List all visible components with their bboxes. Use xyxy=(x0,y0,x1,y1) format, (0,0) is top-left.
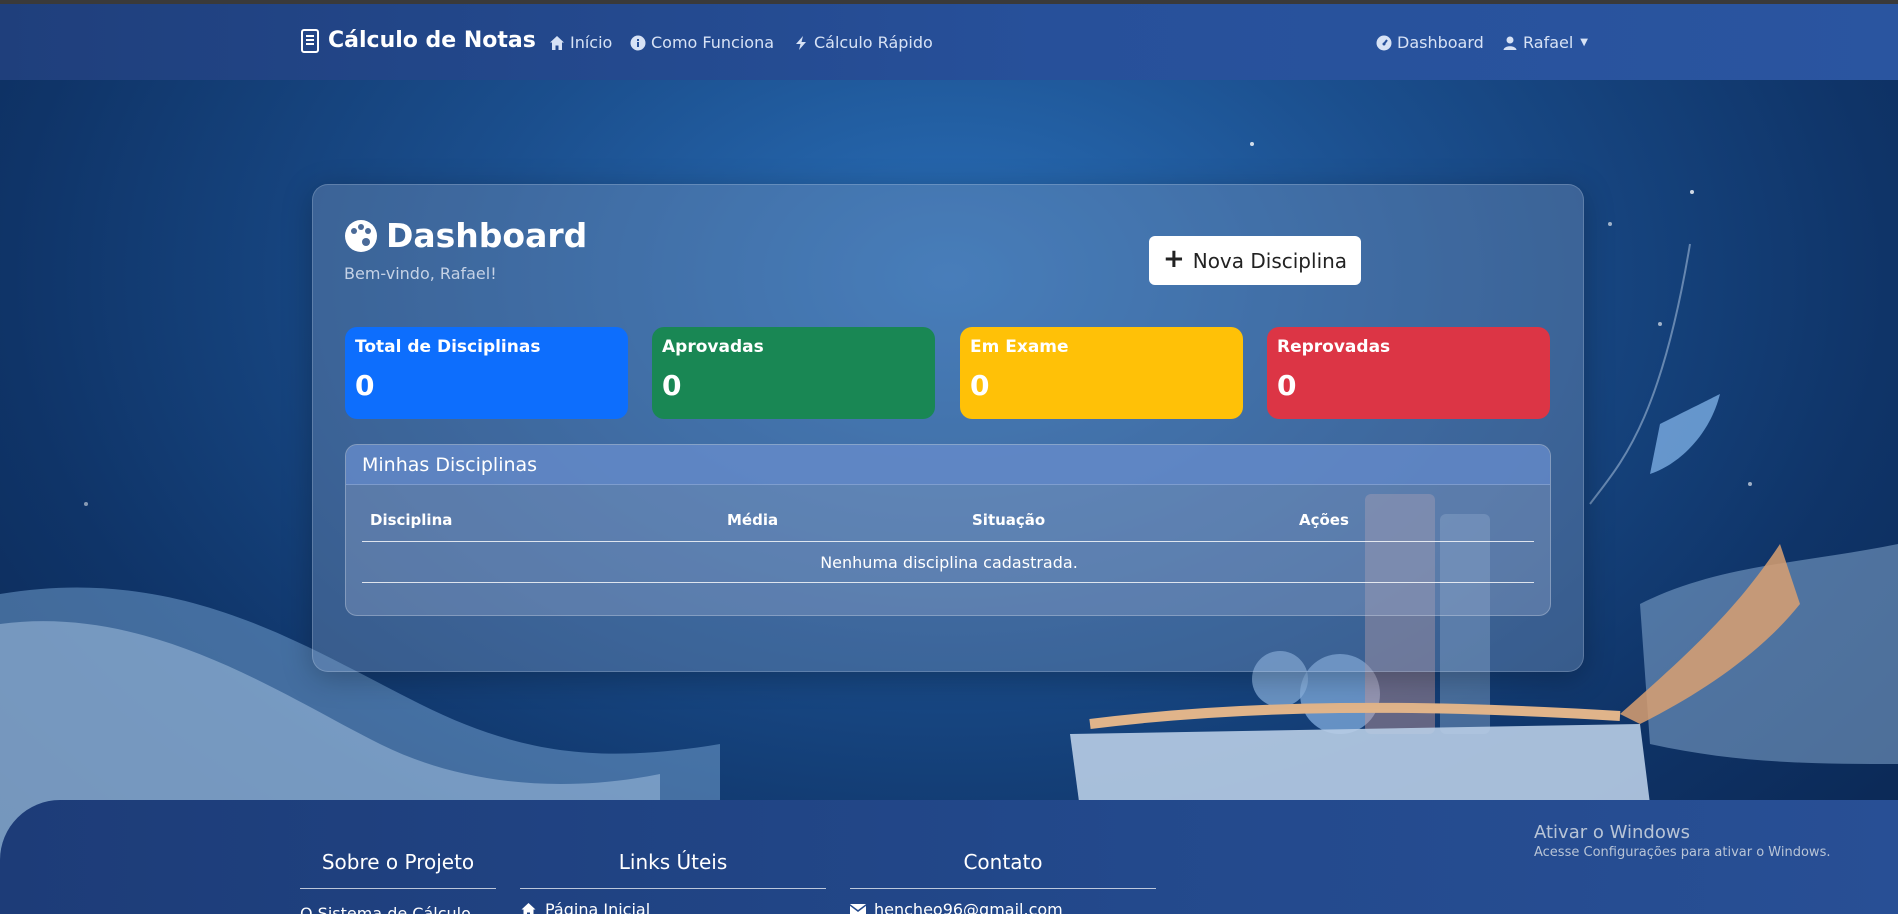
table-header-divider xyxy=(362,541,1534,542)
brand-link[interactable]: Cálculo de Notas xyxy=(300,28,536,53)
welcome-text: Bem-vindo, Rafael! xyxy=(344,264,497,283)
home-icon xyxy=(550,35,564,50)
col-header-acoes: Ações xyxy=(1299,511,1349,529)
col-header-situacao: Situação xyxy=(972,511,1046,529)
stat-card-aprovadas: Aprovadas 0 xyxy=(652,327,935,419)
disciplines-card-title: Minhas Disciplinas xyxy=(346,445,1550,485)
plus-icon: + xyxy=(1162,244,1185,274)
footer-contact-email[interactable]: hencheo96@gmail.com xyxy=(850,900,1063,914)
nav-link-dashboard[interactable]: Dashboard xyxy=(1376,33,1484,52)
footer-title-contato: Contato xyxy=(963,850,1043,874)
nav-link-calculo-rapido[interactable]: Cálculo Rápido xyxy=(793,33,933,52)
navbar: Cálculo de Notas Início Como Funciona Cá… xyxy=(0,4,1898,80)
stat-card-reprovadas: Reprovadas 0 xyxy=(1267,327,1550,419)
windows-activation-watermark: Ativar o Windows Acesse Configurações pa… xyxy=(1534,822,1831,860)
document-icon xyxy=(301,28,319,53)
stat-card-em-exame: Em Exame 0 xyxy=(960,327,1243,419)
brand-title: Cálculo de Notas xyxy=(328,28,536,53)
stat-card-total: Total de Disciplinas 0 xyxy=(345,327,628,419)
table-bottom-divider xyxy=(362,582,1534,583)
caret-down-icon: ▼ xyxy=(1580,37,1588,48)
new-discipline-button[interactable]: + Nova Disciplina xyxy=(1149,236,1361,285)
footer-title-links: Links Úteis xyxy=(618,850,728,874)
gauge-icon xyxy=(1376,35,1392,50)
nav-link-inicio[interactable]: Início xyxy=(549,33,612,52)
footer-link-pagina-inicial[interactable]: Página Inicial xyxy=(520,900,650,914)
footer-divider xyxy=(520,888,826,889)
nav-link-como-funciona[interactable]: Como Funciona xyxy=(630,33,774,52)
empty-table-message: Nenhuma disciplina cadastrada. xyxy=(820,553,1078,572)
palette-icon xyxy=(345,219,377,252)
user-icon xyxy=(1503,36,1517,50)
home-icon xyxy=(521,902,536,914)
col-header-disciplina: Disciplina xyxy=(370,511,453,529)
footer-divider xyxy=(300,888,496,889)
footer-divider xyxy=(850,888,1156,889)
bolt-icon xyxy=(796,35,806,50)
col-header-media: Média xyxy=(727,511,779,529)
info-icon xyxy=(630,35,646,50)
envelope-icon xyxy=(850,903,866,914)
footer-title-sobre: Sobre o Projeto xyxy=(321,850,475,874)
user-menu-toggle[interactable]: Rafael ▼ xyxy=(1502,33,1588,52)
disciplines-card: Minhas Disciplinas Disciplina Média Situ… xyxy=(345,444,1551,616)
page-title: Dashboard xyxy=(344,216,587,255)
footer-about-text: O Sistema de Cálculo xyxy=(300,904,471,914)
